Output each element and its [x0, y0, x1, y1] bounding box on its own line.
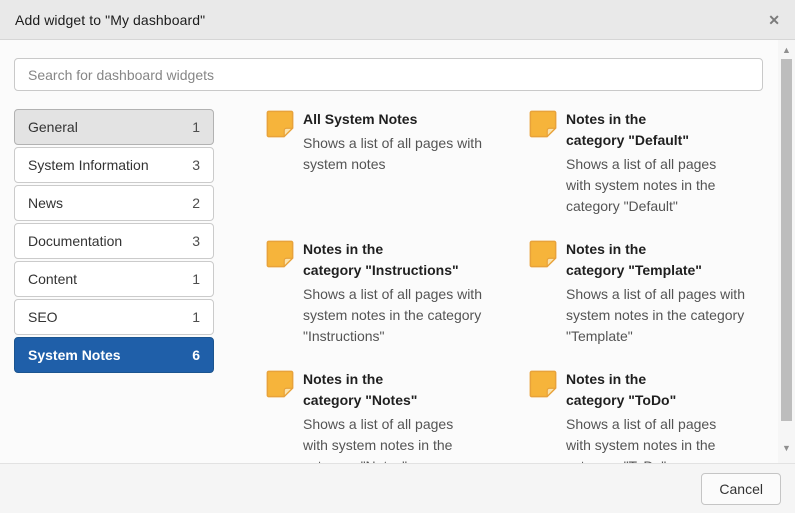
- category-label: Content: [28, 271, 77, 287]
- category-count: 1: [192, 271, 200, 287]
- widget-description: Shows a list of all pages with system no…: [303, 414, 453, 463]
- dialog-footer: Cancel: [0, 463, 795, 513]
- widget-all-system-notes[interactable]: All System Notes Shows a list of all pag…: [265, 109, 528, 239]
- dialog-body: General 1 System Information 3 News 2 Do…: [0, 40, 795, 463]
- scrollbar-thumb[interactable]: [781, 59, 792, 421]
- sidebar-item-news[interactable]: News 2: [14, 185, 214, 221]
- category-count: 1: [192, 119, 200, 135]
- widget-title: Notes in the category "Instructions": [303, 239, 482, 281]
- sticky-note-icon: [265, 239, 295, 269]
- widget-title: Notes in the category "Notes": [303, 369, 453, 411]
- widget-notes-todo[interactable]: Notes in the category "ToDo" Shows a lis…: [528, 369, 791, 463]
- widget-notes-default[interactable]: Notes in the category "Default" Shows a …: [528, 109, 791, 239]
- category-label: Documentation: [28, 233, 122, 249]
- sidebar-item-content[interactable]: Content 1: [14, 261, 214, 297]
- widget-title: Notes in the category "Template": [566, 239, 745, 281]
- sticky-note-icon: [265, 369, 295, 399]
- widget-title: All System Notes: [303, 109, 482, 130]
- sidebar-item-general[interactable]: General 1: [14, 109, 214, 145]
- widget-description: Shows a list of all pages with system no…: [566, 284, 745, 347]
- sticky-note-icon: [528, 109, 558, 139]
- category-list: General 1 System Information 3 News 2 Do…: [14, 109, 214, 375]
- category-count: 2: [192, 195, 200, 211]
- category-count: 1: [192, 309, 200, 325]
- widget-title: Notes in the category "Default": [566, 109, 716, 151]
- scroll-up-icon[interactable]: ▲: [778, 46, 795, 55]
- widget-grid: All System Notes Shows a list of all pag…: [265, 109, 791, 463]
- widget-notes-template[interactable]: Notes in the category "Template" Shows a…: [528, 239, 791, 369]
- category-count: 3: [192, 157, 200, 173]
- widget-description: Shows a list of all pages with system no…: [303, 133, 482, 175]
- search-input[interactable]: [14, 58, 763, 91]
- close-icon[interactable]: ✕: [768, 13, 780, 27]
- sidebar-item-documentation[interactable]: Documentation 3: [14, 223, 214, 259]
- category-label: System Information: [28, 157, 149, 173]
- sidebar-item-system-information[interactable]: System Information 3: [14, 147, 214, 183]
- widget-notes-notes[interactable]: Notes in the category "Notes" Shows a li…: [265, 369, 528, 463]
- add-widget-dialog: Add widget to "My dashboard" ✕ General 1…: [0, 0, 795, 513]
- widget-description: Shows a list of all pages with system no…: [566, 414, 716, 463]
- sticky-note-icon: [265, 109, 295, 139]
- widget-description: Shows a list of all pages with system no…: [303, 284, 482, 347]
- category-label: General: [28, 119, 78, 135]
- dialog-header: Add widget to "My dashboard" ✕: [0, 0, 795, 40]
- widget-title: Notes in the category "ToDo": [566, 369, 716, 411]
- scrollbar[interactable]: ▲ ▼: [778, 40, 795, 463]
- category-label: System Notes: [28, 347, 121, 363]
- cancel-button[interactable]: Cancel: [701, 473, 781, 505]
- category-label: SEO: [28, 309, 58, 325]
- sidebar-item-seo[interactable]: SEO 1: [14, 299, 214, 335]
- sticky-note-icon: [528, 239, 558, 269]
- dialog-content: General 1 System Information 3 News 2 Do…: [14, 109, 778, 463]
- widget-notes-instructions[interactable]: Notes in the category "Instructions" Sho…: [265, 239, 528, 369]
- dialog-title: Add widget to "My dashboard": [15, 12, 205, 28]
- category-label: News: [28, 195, 63, 211]
- category-count: 6: [192, 347, 200, 363]
- scroll-down-icon[interactable]: ▼: [778, 444, 795, 453]
- widget-description: Shows a list of all pages with system no…: [566, 154, 716, 217]
- sticky-note-icon: [528, 369, 558, 399]
- category-count: 3: [192, 233, 200, 249]
- sidebar-item-system-notes[interactable]: System Notes 6: [14, 337, 214, 373]
